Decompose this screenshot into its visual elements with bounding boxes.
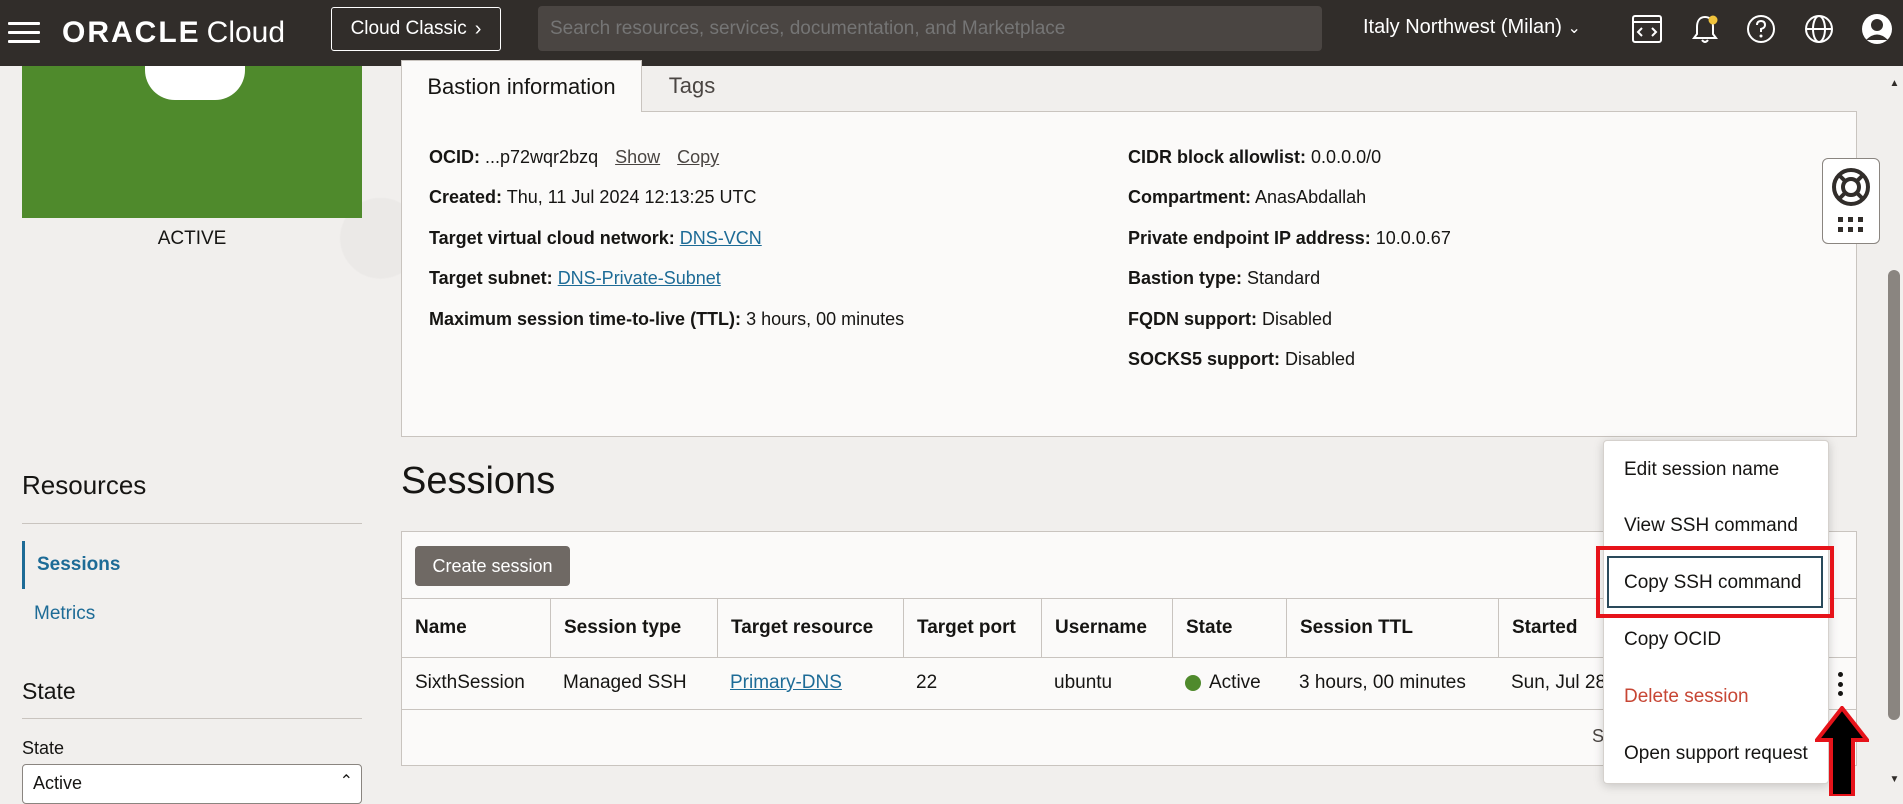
divider [22,718,362,719]
vcn-row: Target virtual cloud network: DNS-VCN [429,228,762,248]
annotation-arrow-icon [1815,706,1869,796]
globe-icon[interactable] [1802,12,1836,46]
cell-target-port: 22 [916,672,938,693]
divider [22,523,362,524]
chevron-down-icon: ⌄ [1567,20,1581,37]
bell-icon[interactable] [1688,12,1722,46]
cell-username: ubuntu [1054,672,1113,693]
ocid-show-link[interactable]: Show [615,147,660,167]
cell-target-resource: Primary-DNS [717,657,903,709]
tab-tags[interactable]: Tags [642,60,742,112]
bastion-letter-shape [145,66,245,100]
column-header-name[interactable]: Name [402,599,550,657]
private-ip-row: Private endpoint IP address: 10.0.0.67 [1128,228,1451,248]
state-filter-label: State [22,738,65,758]
oracle-cloud-logo[interactable]: ORACLE Cloud [62,16,285,50]
state-filter-select[interactable]: Active ⌃ [22,764,362,804]
cell-session-ttl: 3 hours, 00 minutes [1299,672,1466,693]
cloud-classic-button[interactable]: Cloud Classic › [331,7,501,51]
status-dot-icon [1185,675,1201,691]
menu-item-edit-session-name[interactable]: Edit session name [1624,459,1779,481]
create-session-button[interactable]: Create session [415,546,570,586]
cell-session-type: Managed SSH [563,672,687,693]
sessions-heading: Sessions [401,460,556,502]
bastion-status: ACTIVE [157,228,227,249]
ttl-row: Maximum session time-to-live (TTL): 3 ho… [429,309,905,329]
resources-heading: Resources [22,470,147,500]
cell-name: SixthSession [415,672,525,693]
column-header-session-type[interactable]: Session type [550,599,717,657]
code-editor-icon[interactable] [1630,12,1664,46]
sidebar-item-sessions[interactable]: Sessions [22,541,362,589]
column-header-username[interactable]: Username [1041,599,1172,657]
menu-item-open-support-request[interactable]: Open support request [1624,743,1808,765]
help-icon[interactable] [1744,12,1778,46]
bastion-type-row: Bastion type: Standard [1128,268,1321,288]
user-icon[interactable] [1860,12,1894,46]
column-header-target-resource[interactable]: Target resource [717,599,903,657]
search-input[interactable] [538,6,1322,51]
lifebuoy-icon [1832,168,1870,206]
row-actions-kebab-icon[interactable] [1830,672,1850,696]
scroll-up-icon[interactable]: ▲ [1886,76,1903,90]
ocid-copy-link[interactable]: Copy [677,147,719,167]
vcn-link[interactable]: DNS-VCN [680,228,762,248]
tab-bastion-information[interactable]: Bastion information [401,60,642,112]
cell-started: Sun, Jul 28 [1511,672,1607,693]
column-header-target-port[interactable]: Target port [903,599,1041,657]
column-header-session-ttl[interactable]: Session TTL [1286,599,1498,657]
annotation-highlight-box [1596,546,1834,618]
cidr-row: CIDR block allowlist: 0.0.0.0/0 [1128,147,1382,167]
state-filter-heading: State [22,678,76,704]
compartment-row: Compartment: AnasAbdallah [1128,187,1367,207]
subnet-link[interactable]: DNS-Private-Subnet [558,268,721,288]
subnet-row: Target subnet: DNS-Private-Subnet [429,268,721,288]
menu-icon[interactable] [8,18,40,46]
menu-item-copy-ocid[interactable]: Copy OCID [1624,629,1721,651]
apps-grid-icon [1838,217,1863,232]
scroll-down-icon[interactable]: ▼ [1886,772,1903,786]
select-caret-icon: ⌃ [339,773,353,790]
menu-item-view-ssh-command[interactable]: View SSH command [1624,515,1798,537]
help-widget[interactable] [1822,158,1880,244]
created-row: Created: Thu, 11 Jul 2024 12:13:25 UTC [429,187,757,207]
sidebar-item-metrics[interactable]: Metrics [22,590,362,638]
ocid-row: OCID: ...p72wqr2bzq Show Copy [429,147,720,167]
target-resource-link[interactable]: Primary-DNS [730,672,842,694]
scrollbar-thumb[interactable] [1888,270,1900,720]
column-header-state[interactable]: State [1172,599,1286,657]
region-selector[interactable]: Italy Northwest (Milan) ⌄ [1363,16,1581,39]
fqdn-row: FQDN support: Disabled [1128,309,1333,329]
cell-state: Active [1172,657,1286,709]
socks5-row: SOCKS5 support: Disabled [1128,349,1356,369]
menu-item-delete-session[interactable]: Delete session [1624,686,1749,708]
chevron-right-icon: › [474,17,482,40]
